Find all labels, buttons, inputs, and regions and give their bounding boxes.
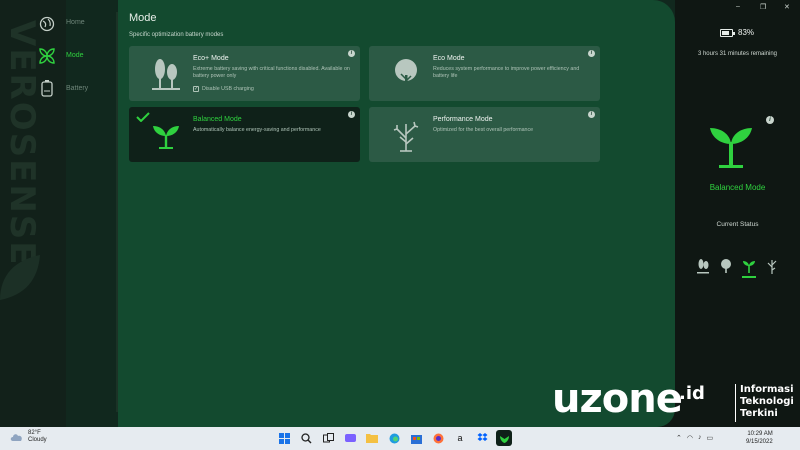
mode-name: Performance Mode	[433, 116, 493, 123]
weather-temp: 82°F	[28, 430, 41, 436]
volume-icon[interactable]: ♪	[698, 434, 702, 442]
time-remaining: 3 hours 31 minutes remaining	[697, 51, 778, 57]
leaves-icon[interactable]	[37, 46, 57, 66]
eco-plus-mini-icon[interactable]	[696, 258, 710, 274]
info-icon[interactable]: i	[588, 50, 595, 57]
battery-icon[interactable]	[37, 78, 57, 98]
edge-icon[interactable]	[386, 430, 402, 446]
page-subtitle: Specific optimization battery modes	[129, 32, 224, 38]
wifi-icon[interactable]: ◠	[687, 434, 693, 442]
watermark-suffix: .id	[679, 383, 705, 404]
file-explorer-icon[interactable]	[364, 430, 380, 446]
amazon-icon[interactable]: a	[452, 430, 468, 446]
mode-name: Eco+ Mode	[193, 55, 229, 62]
maximize-button[interactable]: ❐	[760, 3, 766, 11]
battery-percentage: 83%	[738, 28, 755, 37]
task-view-icon[interactable]	[320, 430, 336, 446]
battery-indicator: 83%	[720, 28, 754, 37]
windows-taskbar: 82°F Cloudy a ⌃ ◠ ♪ ▭ 10:29 AM 9/15/2022	[0, 427, 800, 450]
sprout-icon	[149, 117, 183, 153]
mode-description: Automatically balance energy-saving and …	[193, 127, 321, 133]
status-panel	[675, 0, 800, 427]
dropbox-icon[interactable]	[474, 430, 490, 446]
chevron-up-icon[interactable]: ⌃	[676, 434, 682, 442]
performance-mini-icon[interactable]	[765, 258, 779, 274]
nav-divider	[116, 12, 118, 412]
disable-usb-charging-checkbox[interactable]: ✓ Disable USB charging	[193, 86, 254, 92]
globe-icon[interactable]	[37, 14, 57, 34]
decorative-leaf-icon	[0, 255, 40, 300]
info-icon[interactable]: i	[348, 50, 355, 57]
nav-item-mode[interactable]: Mode	[66, 52, 116, 59]
weather-widget[interactable]: 82°F Cloudy	[10, 430, 47, 444]
brand-vertical-text: VEROSENSE	[2, 20, 42, 267]
eco-mini-icon[interactable]	[719, 258, 733, 274]
current-status-label: Current Status	[716, 221, 759, 228]
taskbar-apps: a	[276, 430, 512, 446]
active-mode-underline	[742, 276, 756, 278]
current-mode-label: Balanced Mode	[709, 183, 766, 192]
taskbar-clock[interactable]: 10:29 AM 9/15/2022	[746, 430, 773, 446]
mode-card-eco[interactable]: Eco Mode Reduces system performance to i…	[369, 46, 600, 101]
firefox-icon[interactable]	[430, 430, 446, 446]
mode-name: Eco Mode	[433, 55, 465, 62]
clock-time: 10:29 AM	[747, 431, 773, 437]
page-title: Mode	[129, 12, 157, 24]
mode-card-eco-plus[interactable]: Eco+ Mode Extreme battery saving with cr…	[129, 46, 360, 101]
watermark-brand: uzone	[552, 376, 683, 422]
verosense-app-window: VEROSENSE Home Mode Battery Mode Specifi…	[0, 0, 800, 427]
info-icon[interactable]: i	[766, 116, 774, 124]
selected-check-icon	[136, 112, 150, 122]
battery-level-icon	[720, 28, 735, 37]
system-tray: ⌃ ◠ ♪ ▭	[676, 434, 713, 442]
bare-branch-icon	[389, 117, 423, 153]
mode-card-performance[interactable]: Performance Mode Optimized for the best …	[369, 107, 600, 162]
mode-description: Optimized for the best overall performan…	[433, 127, 534, 133]
cloud-icon	[10, 434, 22, 441]
verosense-taskbar-icon[interactable]	[496, 430, 512, 446]
checkbox-check-icon: ✓	[193, 86, 199, 92]
watermark-divider	[735, 384, 736, 422]
close-button[interactable]: ✕	[784, 3, 790, 11]
nav-item-battery[interactable]: Battery	[66, 85, 116, 92]
mode-description: Extreme battery saving with critical fun…	[193, 66, 350, 79]
battery-tray-icon[interactable]: ▭	[706, 434, 713, 442]
info-icon[interactable]: i	[588, 111, 595, 118]
clock-date: 9/15/2022	[746, 439, 773, 445]
minimize-button[interactable]: –	[736, 3, 740, 10]
balanced-mini-icon[interactable]	[742, 258, 756, 274]
mode-card-balanced[interactable]: Balanced Mode Automatically balance ener…	[129, 107, 360, 162]
uzone-watermark: uzone .id Informasi Teknologi Terkini	[552, 375, 800, 427]
watermark-tagline: Informasi Teknologi Terkini	[740, 384, 794, 419]
current-mode-sprout-icon	[710, 128, 752, 168]
checkbox-label: Disable USB charging	[202, 86, 254, 92]
two-trees-icon	[149, 56, 183, 92]
search-icon[interactable]	[298, 430, 314, 446]
chat-icon[interactable]	[342, 430, 358, 446]
store-icon[interactable]	[408, 430, 424, 446]
mode-description: Reduces system performance to improve po…	[433, 66, 580, 79]
start-icon[interactable]	[276, 430, 292, 446]
weather-condition: Cloudy	[28, 437, 47, 443]
mode-name: Balanced Mode	[193, 116, 242, 123]
tree-icon	[389, 56, 423, 92]
info-icon[interactable]: i	[348, 111, 355, 118]
nav-item-home[interactable]: Home	[66, 19, 116, 26]
